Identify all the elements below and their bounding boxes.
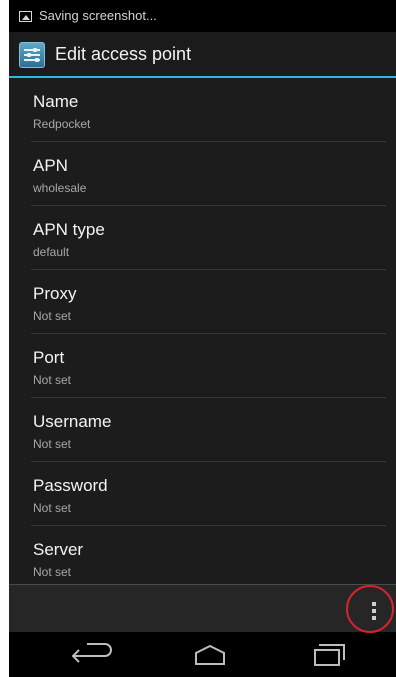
- preference-title: Proxy: [33, 284, 77, 303]
- preference-title: Password: [33, 476, 108, 495]
- preference-summary: Not set: [33, 501, 72, 515]
- home-icon[interactable]: [184, 638, 244, 672]
- page-title: Edit access point: [55, 44, 192, 64]
- menu-bar: [9, 584, 396, 632]
- preference-item-apn[interactable]: APN wholesale: [9, 142, 396, 206]
- navigation-bar: [9, 632, 396, 677]
- preference-item-apn-type[interactable]: APN type default: [9, 206, 396, 270]
- screenshot-icon: [19, 11, 32, 22]
- preference-summary: Not set: [33, 437, 72, 451]
- preference-item-proxy[interactable]: Proxy Not set: [9, 270, 396, 334]
- preference-title: Name: [33, 92, 79, 111]
- preference-title: Username: [33, 412, 112, 431]
- back-icon[interactable]: [65, 638, 125, 672]
- action-bar: Edit access point: [9, 32, 396, 78]
- preference-title: Server: [33, 540, 84, 559]
- preference-item-username[interactable]: Username Not set: [9, 398, 396, 462]
- preference-summary: default: [33, 245, 70, 259]
- preference-item-password[interactable]: Password Not set: [9, 462, 396, 526]
- phone-screen: Saving screenshot... Edit access point N…: [9, 0, 396, 677]
- preference-title: APN: [33, 156, 68, 175]
- preference-item-port[interactable]: Port Not set: [9, 334, 396, 398]
- preference-summary: Not set: [33, 565, 72, 579]
- preference-item-server[interactable]: Server Not set: [9, 526, 396, 590]
- status-text: Saving screenshot...: [39, 8, 157, 23]
- recent-apps-icon[interactable]: [301, 638, 361, 672]
- preference-summary: wholesale: [33, 181, 87, 195]
- highlight-circle-annotation: [346, 585, 394, 633]
- preference-list: Name Redpocket APN wholesale APN type de…: [9, 78, 396, 584]
- preference-summary: Not set: [33, 309, 72, 323]
- preference-summary: Not set: [33, 373, 72, 387]
- status-bar: Saving screenshot...: [9, 0, 396, 32]
- preference-title: Port: [33, 348, 65, 367]
- preference-title: APN type: [33, 220, 105, 239]
- preference-summary: Redpocket: [33, 117, 91, 131]
- preference-item-name[interactable]: Name Redpocket: [9, 78, 396, 142]
- settings-sliders-icon[interactable]: [19, 42, 45, 68]
